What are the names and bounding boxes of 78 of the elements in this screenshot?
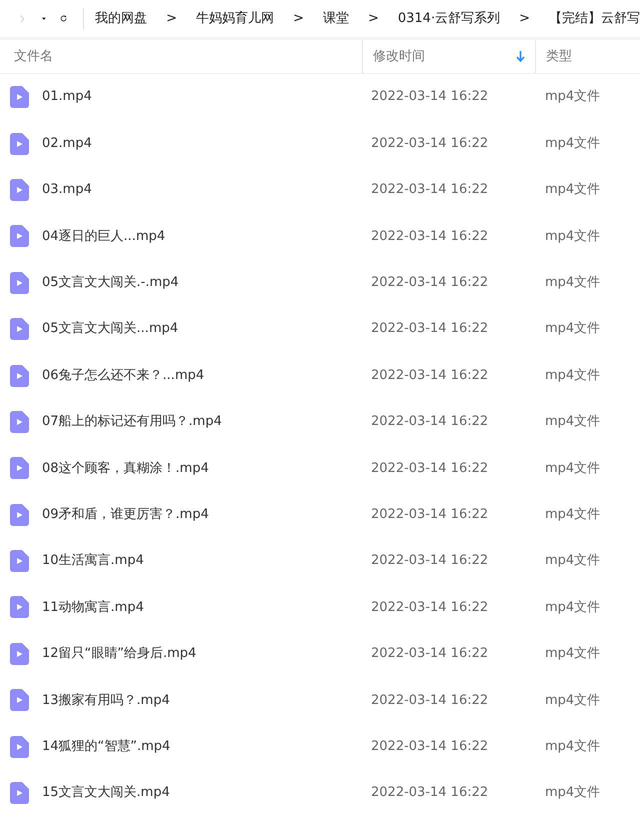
file-type: mp4文件	[544, 598, 600, 617]
file-type: mp4文件	[544, 413, 600, 432]
breadcrumb-link[interactable]: 【完结】云舒写	[548, 8, 640, 28]
file-name[interactable]: 06兔子怎么还不来？...mp4	[42, 366, 204, 386]
modified-time: 2022-03-14 16:22	[370, 460, 490, 478]
file-type: mp4文件	[544, 460, 600, 478]
modified-time: 2022-03-14 16:22	[370, 228, 490, 246]
modified-time: 2022-03-14 16:22	[370, 134, 490, 153]
file-type: mp4文件	[544, 692, 600, 710]
video-file-icon	[10, 364, 29, 387]
file-type: mp4文件	[544, 320, 600, 338]
file-name[interactable]: 10生活寓言.mp4	[42, 551, 144, 571]
modified-time: 2022-03-14 16:22	[370, 645, 490, 664]
file-type: mp4文件	[544, 88, 600, 106]
modified-time: 2022-03-14 16:22	[370, 598, 490, 617]
video-file-icon	[10, 736, 29, 758]
dropdown-caret-icon[interactable]	[42, 16, 46, 22]
breadcrumb-separator: >	[519, 10, 530, 28]
modified-time: 2022-03-14 16:22	[370, 274, 490, 292]
video-file-icon	[10, 642, 29, 665]
file-name[interactable]: 05文言文大闯关...mp4	[42, 319, 178, 339]
modified-time: 2022-03-14 16:22	[370, 738, 490, 756]
modified-time: 2022-03-14 16:22	[370, 320, 490, 338]
video-file-icon	[10, 504, 29, 526]
file-name[interactable]: 02.mp4	[42, 134, 92, 154]
sort-down-arrow-icon	[516, 51, 525, 62]
video-file-icon	[10, 86, 29, 108]
file-type: mp4文件	[544, 134, 600, 153]
column-header[interactable]: 修改时间	[362, 40, 535, 73]
file-name[interactable]: 15文言文大闯关.mp4	[42, 783, 170, 803]
file-name[interactable]: 13搬家有用吗？.mp4	[42, 690, 170, 710]
file-type: mp4文件	[544, 552, 600, 570]
file-type: mp4文件	[544, 228, 600, 246]
file-type: mp4文件	[544, 784, 600, 802]
column-header[interactable]: 类型	[535, 40, 640, 73]
modified-time: 2022-03-14 16:22	[370, 366, 490, 385]
video-file-icon	[10, 689, 29, 712]
file-name[interactable]: 03.mp4	[42, 180, 92, 200]
file-name[interactable]: 11动物寓言.mp4	[42, 598, 144, 618]
file-type: mp4文件	[544, 181, 600, 200]
breadcrumb-separator: >	[368, 10, 379, 28]
video-file-icon	[10, 225, 29, 248]
modified-time: 2022-03-14 16:22	[370, 506, 490, 524]
breadcrumb-link[interactable]: 0314·云舒写系列	[398, 8, 500, 28]
file-type: mp4文件	[544, 274, 600, 292]
breadcrumb-link[interactable]: 牛妈妈育儿网	[196, 8, 274, 28]
breadcrumb-separator: >	[293, 10, 304, 28]
breadcrumb-link[interactable]: 我的网盘	[95, 8, 148, 28]
modified-time: 2022-03-14 16:22	[370, 692, 490, 710]
file-name[interactable]: 09矛和盾，谁更厉害？.mp4	[42, 504, 209, 524]
video-file-icon	[10, 410, 29, 433]
file-name[interactable]: 01.mp4	[42, 87, 92, 107]
file-type: mp4文件	[544, 506, 600, 524]
video-file-icon	[10, 596, 29, 618]
file-type: mp4文件	[544, 366, 600, 385]
file-name[interactable]: 12留只“眼睛”给身后.mp4	[42, 644, 196, 664]
file-name[interactable]: 04逐日的巨人...mp4	[42, 226, 166, 246]
file-type: mp4文件	[544, 645, 600, 664]
modified-time: 2022-03-14 16:22	[370, 413, 490, 432]
column-header[interactable]: 文件名	[0, 40, 362, 73]
video-file-icon	[10, 457, 29, 480]
video-file-icon	[10, 782, 29, 804]
file-name[interactable]: 14狐狸的“智慧”.mp4	[42, 736, 170, 756]
modified-time: 2022-03-14 16:22	[370, 552, 490, 570]
file-name[interactable]: 05文言文大闯关.-.mp4	[42, 273, 179, 292]
modified-time: 2022-03-14 16:22	[370, 88, 490, 106]
video-file-icon	[10, 132, 29, 155]
file-name[interactable]: 08这个顾客，真糊涂！.mp4	[42, 458, 209, 478]
video-file-icon	[10, 318, 29, 340]
file-type: mp4文件	[544, 738, 600, 756]
file-name[interactable]: 07船上的标记还有用吗？.mp4	[42, 412, 222, 432]
modified-time: 2022-03-14 16:22	[370, 181, 490, 200]
breadcrumb-separator: >	[166, 10, 178, 28]
modified-time: 2022-03-14 16:22	[370, 784, 490, 802]
video-file-icon	[10, 272, 29, 294]
video-file-icon	[10, 178, 29, 201]
breadcrumb-link[interactable]: 课堂	[322, 8, 349, 28]
video-file-icon	[10, 550, 29, 572]
